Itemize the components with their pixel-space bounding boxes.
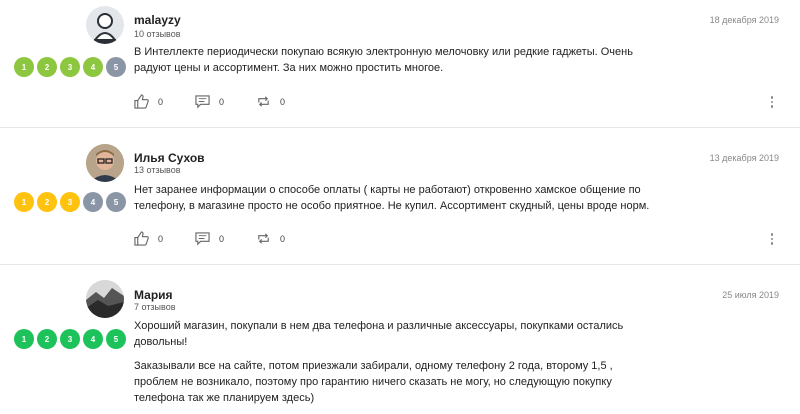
rating-dot: 3: [60, 329, 80, 349]
rating-dot: 2: [37, 192, 57, 212]
review-count: 13 отзывов: [134, 165, 181, 175]
more-options-icon[interactable]: [768, 233, 776, 247]
review-count: 7 отзывов: [134, 302, 176, 312]
rating-dot: 5: [106, 57, 126, 77]
rating-dot: 1: [14, 57, 34, 77]
author-name[interactable]: Мария: [134, 288, 173, 302]
comment-button[interactable]: 0: [195, 94, 224, 109]
more-options-icon[interactable]: [768, 96, 776, 110]
rating-dot: 5: [106, 192, 126, 212]
review-date: 25 июля 2019: [722, 290, 779, 300]
rating-dot: 2: [37, 329, 57, 349]
repost-button[interactable]: 0: [256, 94, 285, 109]
review-paragraph: Заказывали все на сайте, потом приезжали…: [134, 360, 613, 404]
repost-count: 0: [280, 233, 286, 244]
thumbs-up-icon: [134, 94, 149, 109]
repost-icon: [258, 233, 269, 244]
comment-icon: [195, 95, 210, 109]
review-paragraph: В Интеллекте периодически покупаю всякую…: [134, 46, 633, 74]
default-user-icon: [94, 13, 116, 44]
review-paragraph: Хороший магазин, покупали в нем два теле…: [134, 320, 624, 348]
user-photo-icon: [86, 144, 124, 182]
repost-icon: [258, 96, 269, 107]
comment-icon: [195, 232, 210, 246]
rating-dot: 1: [14, 329, 34, 349]
user-photo-icon: [86, 280, 124, 318]
repost-count: 0: [280, 96, 286, 107]
rating-scale: 1 2 3 4 5: [14, 329, 126, 349]
avatar[interactable]: [86, 144, 124, 182]
rating-dot: 5: [106, 329, 126, 349]
like-button[interactable]: 0: [134, 231, 163, 246]
review-card: Илья Сухов 13 отзывов 13 декабря 2019 Не…: [0, 128, 800, 264]
avatar[interactable]: [86, 6, 124, 44]
review-date: 18 декабря 2019: [709, 15, 779, 25]
like-button[interactable]: 0: [134, 94, 163, 109]
rating-dot: 1: [14, 192, 34, 212]
rating-dot: 4: [83, 57, 103, 77]
review-date: 13 декабря 2019: [709, 153, 779, 163]
review-text: Нет заранее информации о способе оплаты …: [134, 182, 654, 222]
review-card: malayzy 10 отзывов 18 декабря 2019 В Инт…: [0, 0, 800, 126]
rating-scale: 1 2 3 4 5: [14, 192, 126, 212]
like-count: 0: [158, 233, 164, 244]
review-text: Хороший магазин, покупали в нем два теле…: [134, 318, 654, 414]
review-count: 10 отзывов: [134, 29, 181, 39]
review-text: В Интеллекте периодически покупаю всякую…: [134, 44, 654, 84]
rating-scale: 1 2 3 4 5: [14, 57, 126, 77]
comment-button[interactable]: 0: [195, 231, 224, 246]
review-card: Мария 7 отзывов 25 июля 2019 Хороший маг…: [0, 265, 800, 409]
repost-button[interactable]: 0: [256, 231, 285, 246]
rating-dot: 3: [60, 192, 80, 212]
thumbs-up-icon: [134, 231, 149, 246]
author-name[interactable]: Илья Сухов: [134, 151, 205, 165]
review-actions: 0 0 0: [134, 94, 317, 109]
author-name[interactable]: malayzy: [134, 13, 181, 27]
comment-count: 0: [219, 233, 225, 244]
rating-dot: 4: [83, 329, 103, 349]
review-actions: 0 0 0: [134, 231, 317, 246]
comment-count: 0: [219, 96, 225, 107]
like-count: 0: [158, 96, 164, 107]
review-paragraph: Нет заранее информации о способе оплаты …: [134, 184, 650, 212]
rating-dot: 2: [37, 57, 57, 77]
avatar[interactable]: [86, 280, 124, 318]
rating-dot: 3: [60, 57, 80, 77]
rating-dot: 4: [83, 192, 103, 212]
